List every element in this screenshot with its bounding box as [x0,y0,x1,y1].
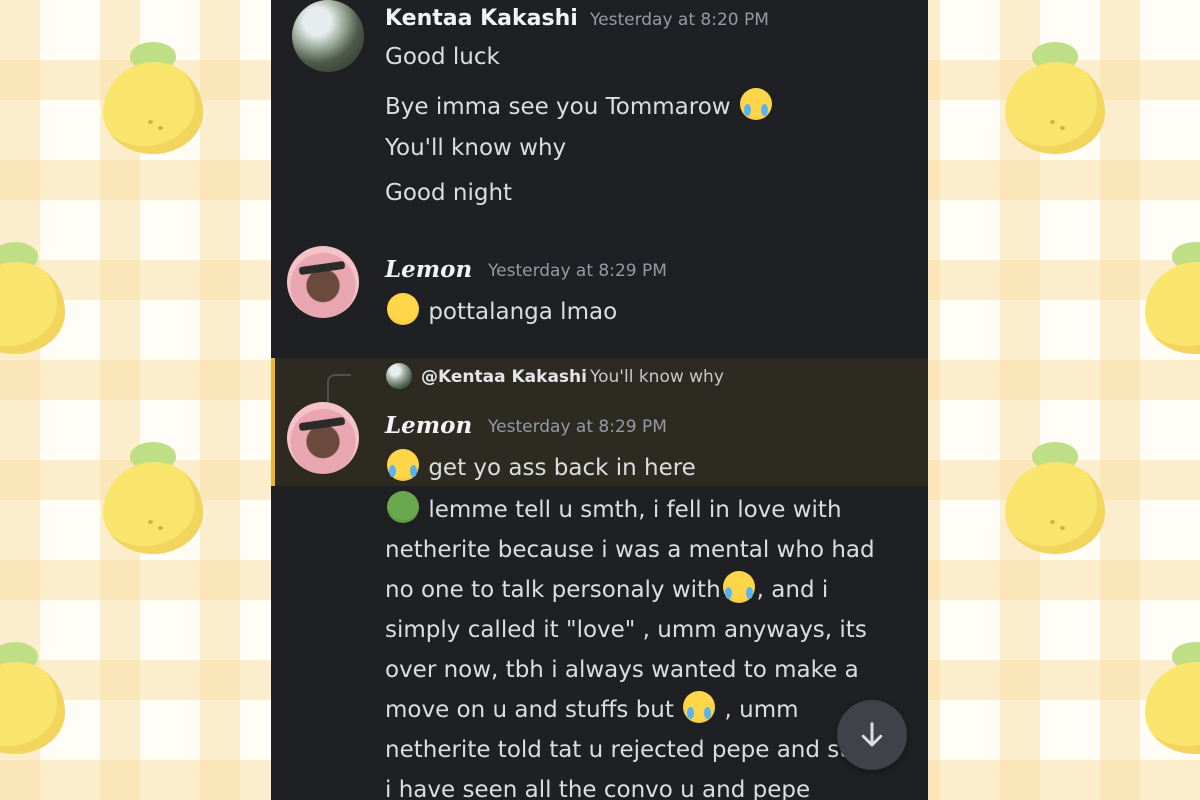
reply-avatar [386,363,412,389]
author-name[interactable]: Lemon [385,412,472,439]
lemon-decoration [98,440,208,560]
timestamp: Yesterday at 8:20 PM [590,10,769,30]
jump-to-bottom-button[interactable] [837,700,907,770]
message-text: Good night [385,180,513,206]
chat-panel: Kentaa Kakashi Yesterday at 8:20 PM Good… [271,0,928,800]
timestamp: Yesterday at 8:29 PM [488,417,667,437]
message-text: Good luck [385,44,500,70]
message-text: You'll know why [385,135,567,161]
long-message: lemme tell u smth, i fell in love with n… [385,490,900,800]
avatar[interactable] [287,246,359,318]
message-text: pottalanga lmao [385,293,617,325]
reply-author[interactable]: @Kentaa Kakashi [421,367,587,387]
message-line: Bye imma see you Tommarow [385,94,731,120]
lemon-decoration [0,640,70,760]
message-text: Bye imma see you Tommarow [385,88,774,120]
lemon-decoration [1000,440,1110,560]
author-name[interactable]: Kentaa Kakashi [385,6,578,31]
message-line: pottalanga lmao [428,299,618,325]
timestamp: Yesterday at 8:29 PM [488,261,667,281]
reply-preview[interactable]: You'll know why [590,367,724,387]
message-line: get yo ass back in here [428,455,696,481]
lemon-decoration [1140,640,1200,760]
avatar[interactable] [292,0,364,72]
lemon-decoration [1140,240,1200,360]
pepe-emoji-icon [387,491,419,523]
message-text: get yo ass back in here [385,449,696,481]
loudly-crying-face-icon [683,691,716,723]
lemon-decoration [1000,40,1110,160]
face-with-tears-of-joy-icon [387,449,419,481]
author-name[interactable]: Lemon [385,256,472,283]
face-with-hand-over-mouth-icon [387,293,419,325]
avatar[interactable] [287,402,359,474]
face-with-tears-of-joy-icon [722,571,755,603]
lemon-decoration [98,40,208,160]
reply-connector [327,374,351,402]
lemon-decoration [0,240,70,360]
arrow-down-icon [861,722,883,747]
loudly-crying-face-icon [739,88,772,120]
